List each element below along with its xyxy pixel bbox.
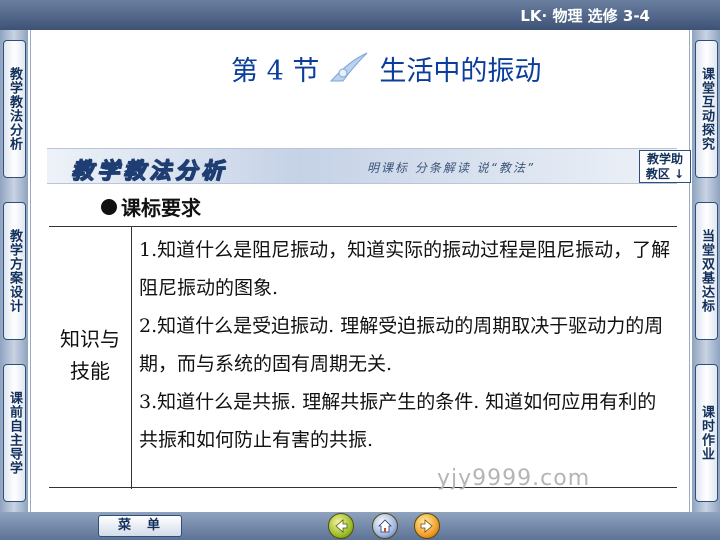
requirements-table: 知识与 技能 1.知道什么是阻尼振动，知道实际的振动过程是阻尼振动，了解阻尼振动…	[49, 226, 677, 489]
tab-label: 课堂互动探究	[699, 67, 714, 151]
prev-icon[interactable]	[328, 513, 354, 539]
tab-classroom-inquiry[interactable]: 课堂互动探究	[695, 40, 718, 178]
top-bar: LK· 物理 选修 3-4	[0, 0, 720, 30]
tab-label: 教学教法分析	[7, 67, 22, 151]
home-icon[interactable]	[372, 513, 398, 539]
row-head-line-1: 知识与	[60, 327, 120, 351]
tab-label: 当堂双基达标	[699, 229, 714, 313]
tab-label: 教学方案设计	[7, 229, 22, 313]
row-head: 知识与 技能	[49, 323, 131, 387]
requirement-item: 1.知道什么是阻尼振动，知道实际的振动过程是阻尼振动，了解阻尼振动的图象.	[139, 239, 671, 299]
requirement-item: 3.知道什么是共振. 理解共振产生的条件. 知道如何应用有利的共振和如何防止有害…	[139, 391, 657, 451]
content-panel: 第 4 节 生活中的振动 教学教法分析 明课标 分条解读 说“教法” 教学助 教…	[30, 30, 691, 512]
heading-text: 课标要求	[121, 196, 201, 220]
requirement-items: 1.知道什么是阻尼振动，知道实际的振动过程是阻尼振动，了解阻尼振动的图象. 2.…	[139, 231, 673, 459]
next-icon[interactable]	[414, 513, 440, 539]
left-tab-column: 教学教法分析 教学方案设计 课前自主导学	[0, 30, 28, 512]
banner-section-label: 教学教法分析	[70, 158, 228, 185]
section-banner: 教学教法分析 明课标 分条解读 说“教法” 教学助 教区 ↓	[47, 148, 691, 185]
course-label: LK· 物理 选修 3-4	[520, 7, 650, 25]
swoosh-logo-icon	[329, 51, 369, 85]
table-divider	[131, 227, 132, 489]
tab-label: 课时作业	[699, 405, 714, 461]
requirement-item: 2.知道什么是受迫振动. 理解受迫振动的周期取决于驱动力的周期，而与系统的固有周…	[139, 315, 664, 375]
tab-teaching-plan[interactable]: 教学方案设计	[3, 202, 26, 340]
banner-slogan: 明课标 分条解读 说“教法”	[367, 161, 536, 175]
help-line-1: 教学助	[646, 152, 683, 166]
help-line-2: 教区 ↓	[645, 167, 685, 181]
requirements-heading: 课标要求	[101, 192, 201, 221]
row-head-line-2: 技能	[70, 359, 110, 383]
bullet-dot-icon	[101, 198, 117, 215]
tab-label: 课前自主导学	[7, 391, 22, 475]
page-title: 第 4 节 生活中的振动	[231, 48, 591, 88]
tab-homework[interactable]: 课时作业	[695, 364, 718, 502]
tab-teaching-analysis[interactable]: 教学教法分析	[3, 40, 26, 178]
bottom-bar: 菜单	[0, 512, 720, 540]
watermark: yjy9999.com	[437, 466, 591, 491]
teaching-aid-button[interactable]: 教学助 教区 ↓	[639, 150, 691, 183]
tab-pre-class-study[interactable]: 课前自主导学	[3, 364, 26, 502]
section-number: 第 4 节	[231, 55, 320, 87]
right-tab-column: 课堂互动探究 当堂双基达标 课时作业	[692, 30, 720, 512]
menu-button[interactable]: 菜单	[98, 515, 182, 537]
section-name: 生活中的振动	[379, 55, 542, 87]
tab-basic-practice[interactable]: 当堂双基达标	[695, 202, 718, 340]
